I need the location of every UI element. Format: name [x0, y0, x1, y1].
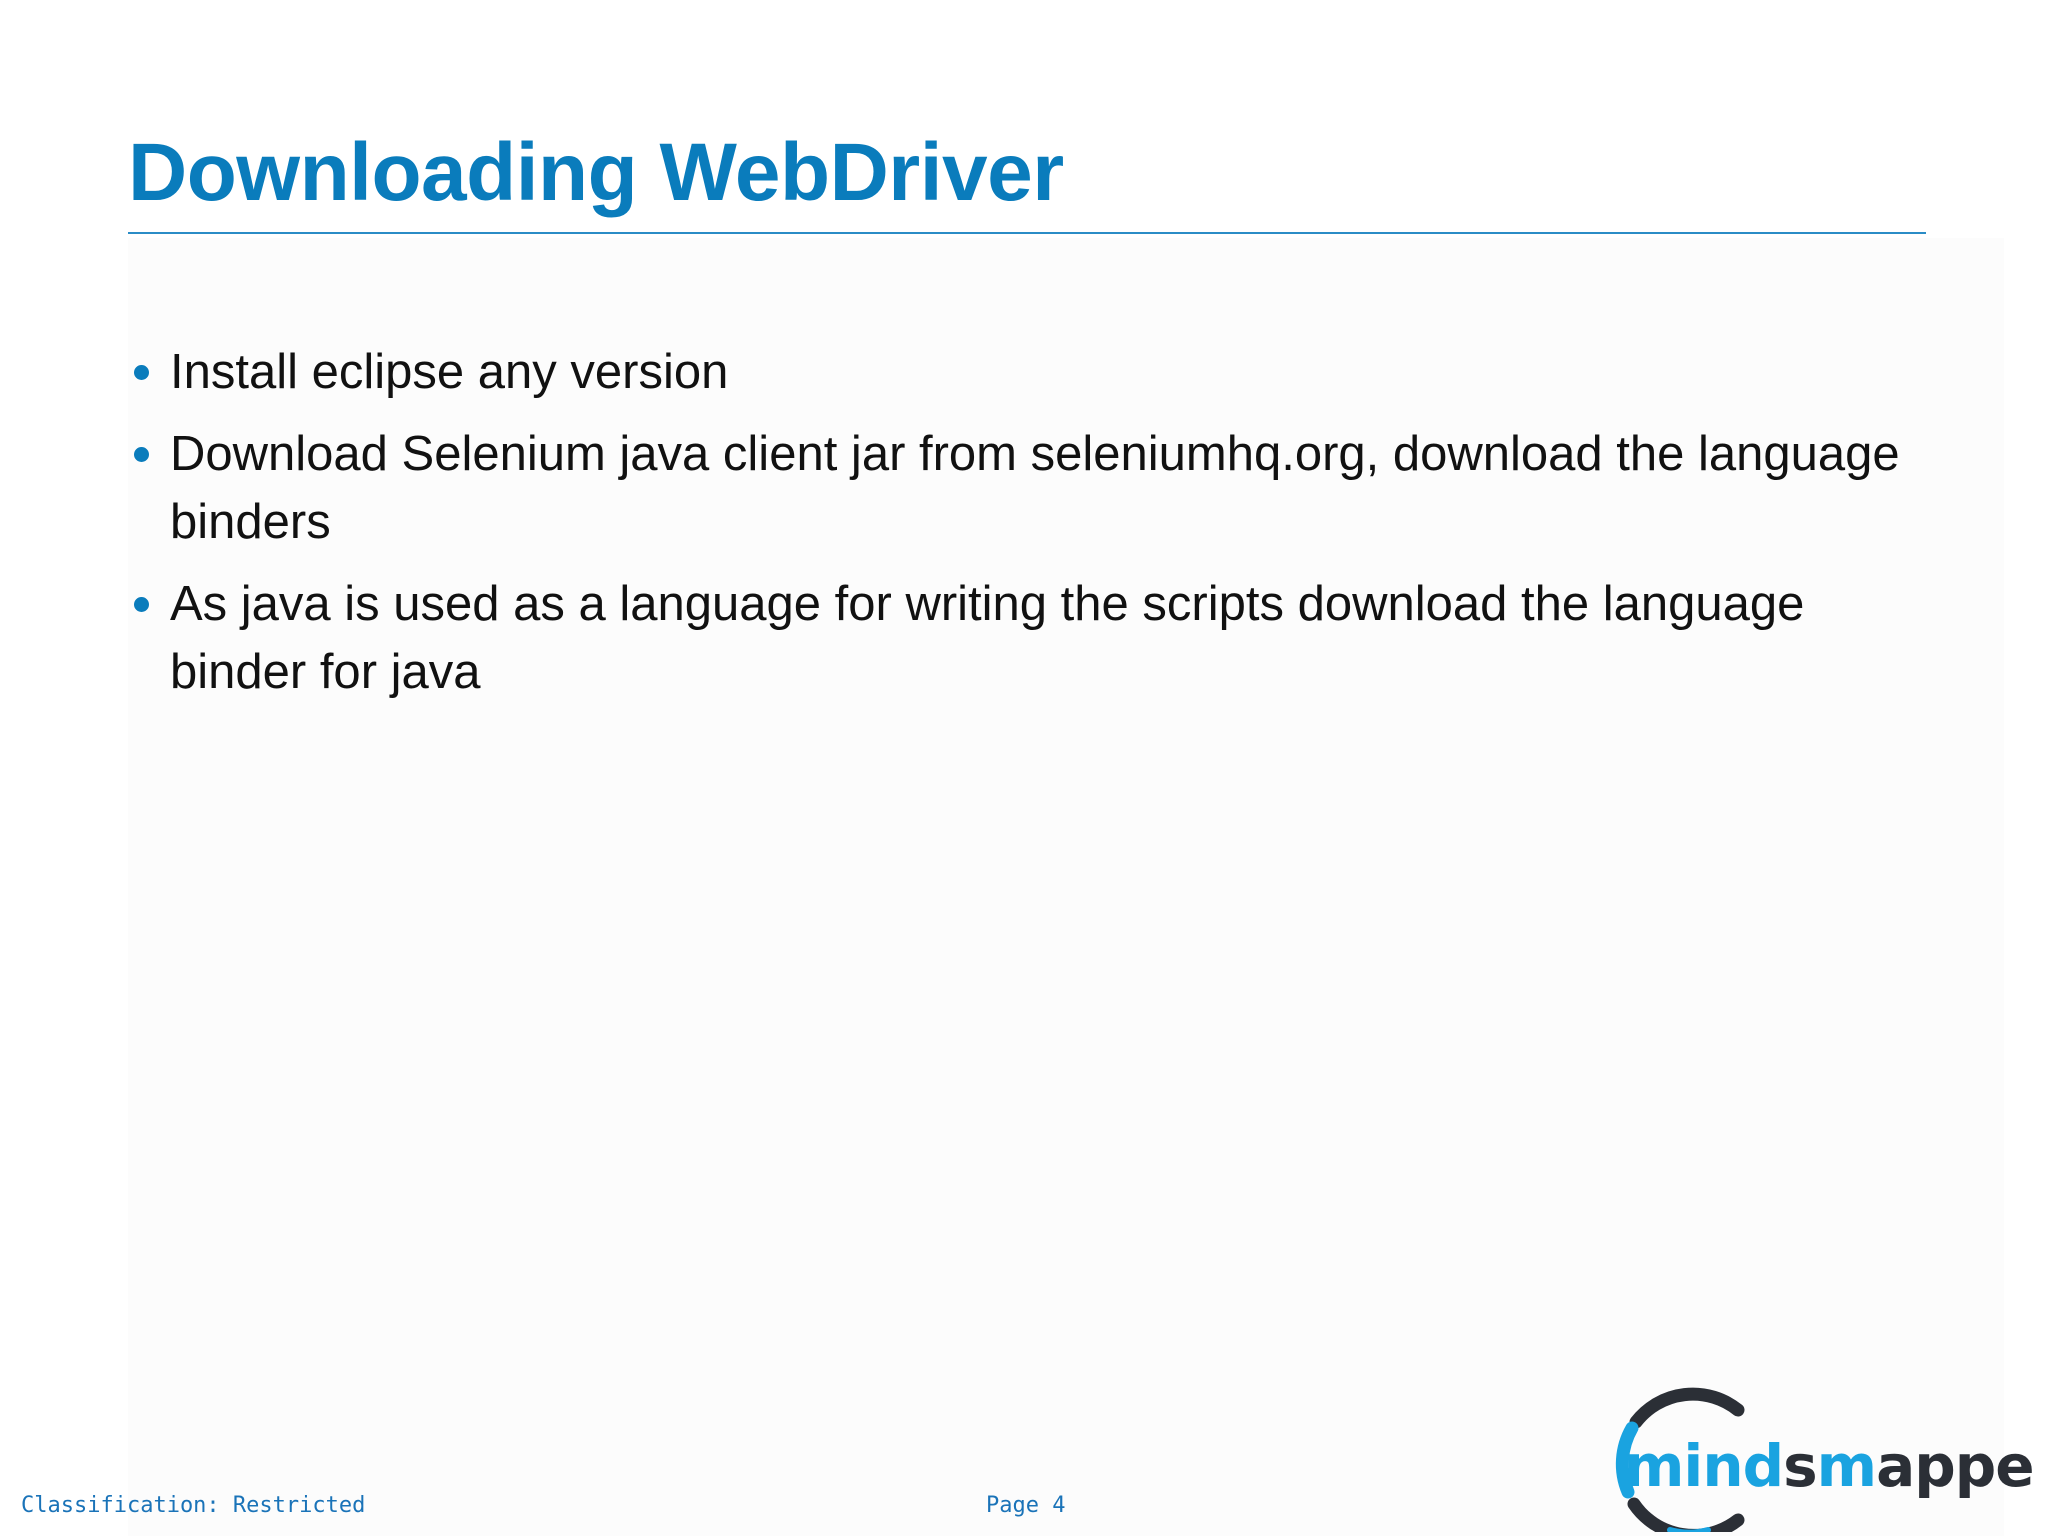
bullet-text: Install eclipse any version [170, 345, 729, 399]
page-number: Page 4 [986, 1493, 1066, 1518]
bullet-dot-icon [134, 597, 149, 612]
bullet-text: Download Selenium java client jar from s… [170, 427, 1900, 549]
mindsmapped-logo: mindsmapped [1615, 1387, 2034, 1532]
slide: Downloading WebDriver Install eclipse an… [0, 0, 2048, 1536]
bullet-list: Install eclipse any version Download Sel… [130, 338, 1950, 720]
bullet-item: Download Selenium java client jar from s… [130, 420, 1950, 556]
bullet-text: As java is used as a language for writin… [170, 577, 1805, 699]
svg-text:mindsmapped: mindsmapped [1624, 1432, 2034, 1500]
slide-title: Downloading WebDriver [128, 127, 1064, 218]
bullet-dot-icon [134, 365, 149, 380]
bullet-item: Install eclipse any version [130, 338, 1950, 406]
classification-label: Classification: Restricted [21, 1493, 366, 1518]
title-underline [128, 232, 1926, 234]
bullet-dot-icon [134, 447, 149, 462]
logo-ring-blue-bottom [1667, 1527, 1711, 1532]
bullet-item: As java is used as a language for writin… [130, 570, 1950, 706]
logo-ring-dark-top [1629, 1387, 1745, 1429]
logo-ring-dark-bottom [1627, 1497, 1745, 1532]
